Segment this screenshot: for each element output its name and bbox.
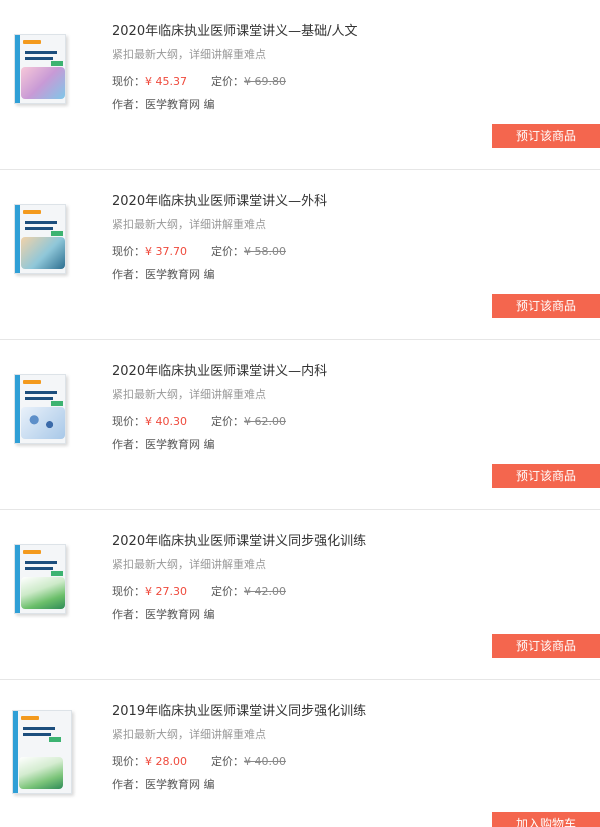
cover-title-block: [25, 391, 57, 394]
price-row: 现价：¥ 37.70 定价：¥ 58.00: [112, 243, 286, 259]
cover-title-block: [25, 561, 57, 564]
add-to-cart-button[interactable]: 加入购物车: [492, 812, 600, 827]
book-cover-image[interactable]: [14, 374, 66, 444]
product-title[interactable]: 2020年临床执业医师课堂讲义—基础/人文: [112, 20, 357, 39]
current-price-label: 现价：: [112, 415, 145, 428]
cover-tag: [49, 737, 61, 742]
cover-spine: [15, 545, 20, 613]
product-subtitle: 紧扣最新大纲，详细讲解重难点: [112, 728, 266, 741]
current-price: ¥ 40.30: [145, 415, 187, 428]
publisher-logo: [23, 40, 41, 44]
current-price-label: 现价：: [112, 585, 145, 598]
product-item: 2020年临床执业医师课堂讲义同步强化训练 紧扣最新大纲，详细讲解重难点 现价：…: [0, 510, 600, 680]
preorder-button[interactable]: 预订该商品: [492, 634, 600, 658]
product-item: 2020年临床执业医师课堂讲义—基础/人文 紧扣最新大纲，详细讲解重难点 现价：…: [0, 0, 600, 170]
cover-art: [21, 67, 65, 99]
cover-title-block: [25, 397, 53, 400]
author-name: 医学教育网 编: [145, 608, 215, 621]
current-price-label: 现价：: [112, 245, 145, 258]
author-name: 医学教育网 编: [145, 438, 215, 451]
publisher-logo: [23, 380, 41, 384]
author-label: 作者：: [112, 98, 145, 111]
price-row: 现价：¥ 45.37 定价：¥ 69.80: [112, 73, 286, 89]
price-row: 现价：¥ 27.30 定价：¥ 42.00: [112, 583, 286, 599]
cover-title-block: [25, 51, 57, 54]
current-price: ¥ 28.00: [145, 755, 187, 768]
author-name: 医学教育网 编: [145, 98, 215, 111]
original-price-label: 定价：: [211, 755, 244, 768]
product-list: 2020年临床执业医师课堂讲义—基础/人文 紧扣最新大纲，详细讲解重难点 现价：…: [0, 0, 600, 827]
preorder-button[interactable]: 预订该商品: [492, 464, 600, 488]
price-row: 现价：¥ 40.30 定价：¥ 62.00: [112, 413, 286, 429]
product-title[interactable]: 2020年临床执业医师课堂讲义—内科: [112, 360, 327, 379]
author-row: 作者：医学教育网 编: [112, 96, 215, 112]
cover-title-block: [25, 57, 53, 60]
original-price: ¥ 62.00: [244, 415, 286, 428]
cover-art: [21, 237, 65, 269]
author-name: 医学教育网 编: [145, 268, 215, 281]
cover-spine: [15, 375, 20, 443]
author-row: 作者：医学教育网 编: [112, 436, 215, 452]
cover-art: [21, 407, 65, 439]
original-price-label: 定价：: [211, 245, 244, 258]
product-subtitle: 紧扣最新大纲，详细讲解重难点: [112, 48, 266, 61]
current-price-label: 现价：: [112, 75, 145, 88]
cover-title-block: [25, 227, 53, 230]
author-row: 作者：医学教育网 编: [112, 266, 215, 282]
cover-tag: [51, 401, 63, 406]
preorder-button[interactable]: 预订该商品: [492, 124, 600, 148]
cover-title-block: [25, 567, 53, 570]
author-name: 医学教育网 编: [145, 778, 215, 791]
original-price: ¥ 42.00: [244, 585, 286, 598]
product-item: 2020年临床执业医师课堂讲义—外科 紧扣最新大纲，详细讲解重难点 现价：¥ 3…: [0, 170, 600, 340]
original-price: ¥ 40.00: [244, 755, 286, 768]
cover-title-block: [25, 221, 57, 224]
product-title[interactable]: 2020年临床执业医师课堂讲义同步强化训练: [112, 530, 366, 549]
book-cover-image[interactable]: [14, 204, 66, 274]
current-price-label: 现价：: [112, 755, 145, 768]
original-price: ¥ 58.00: [244, 245, 286, 258]
cover-spine: [13, 711, 18, 793]
cover-spine: [15, 205, 20, 273]
author-label: 作者：: [112, 778, 145, 791]
current-price: ¥ 45.37: [145, 75, 187, 88]
publisher-logo: [21, 716, 39, 720]
current-price: ¥ 37.70: [145, 245, 187, 258]
author-label: 作者：: [112, 438, 145, 451]
cover-tag: [51, 571, 63, 576]
author-row: 作者：医学教育网 编: [112, 606, 215, 622]
cover-title-block: [23, 727, 55, 730]
price-row: 现价：¥ 28.00 定价：¥ 40.00: [112, 753, 286, 769]
product-subtitle: 紧扣最新大纲，详细讲解重难点: [112, 558, 266, 571]
product-subtitle: 紧扣最新大纲，详细讲解重难点: [112, 218, 266, 231]
author-row: 作者：医学教育网 编: [112, 776, 215, 792]
product-item: 2020年临床执业医师课堂讲义—内科 紧扣最新大纲，详细讲解重难点 现价：¥ 4…: [0, 340, 600, 510]
original-price-label: 定价：: [211, 415, 244, 428]
book-cover-image[interactable]: [14, 34, 66, 104]
cover-art: [19, 757, 63, 789]
product-title[interactable]: 2019年临床执业医师课堂讲义同步强化训练: [112, 700, 366, 719]
cover-tag: [51, 61, 63, 66]
current-price: ¥ 27.30: [145, 585, 187, 598]
product-subtitle: 紧扣最新大纲，详细讲解重难点: [112, 388, 266, 401]
original-price-label: 定价：: [211, 75, 244, 88]
cover-spine: [15, 35, 20, 103]
preorder-button[interactable]: 预订该商品: [492, 294, 600, 318]
author-label: 作者：: [112, 608, 145, 621]
cover-title-block: [23, 733, 51, 736]
cover-art: [21, 577, 65, 609]
author-label: 作者：: [112, 268, 145, 281]
book-cover-image[interactable]: [12, 710, 72, 794]
book-cover-image[interactable]: [14, 544, 66, 614]
publisher-logo: [23, 210, 41, 214]
original-price: ¥ 69.80: [244, 75, 286, 88]
cover-tag: [51, 231, 63, 236]
original-price-label: 定价：: [211, 585, 244, 598]
product-item: 2019年临床执业医师课堂讲义同步强化训练 紧扣最新大纲，详细讲解重难点 现价：…: [0, 680, 600, 827]
publisher-logo: [23, 550, 41, 554]
product-title[interactable]: 2020年临床执业医师课堂讲义—外科: [112, 190, 327, 209]
